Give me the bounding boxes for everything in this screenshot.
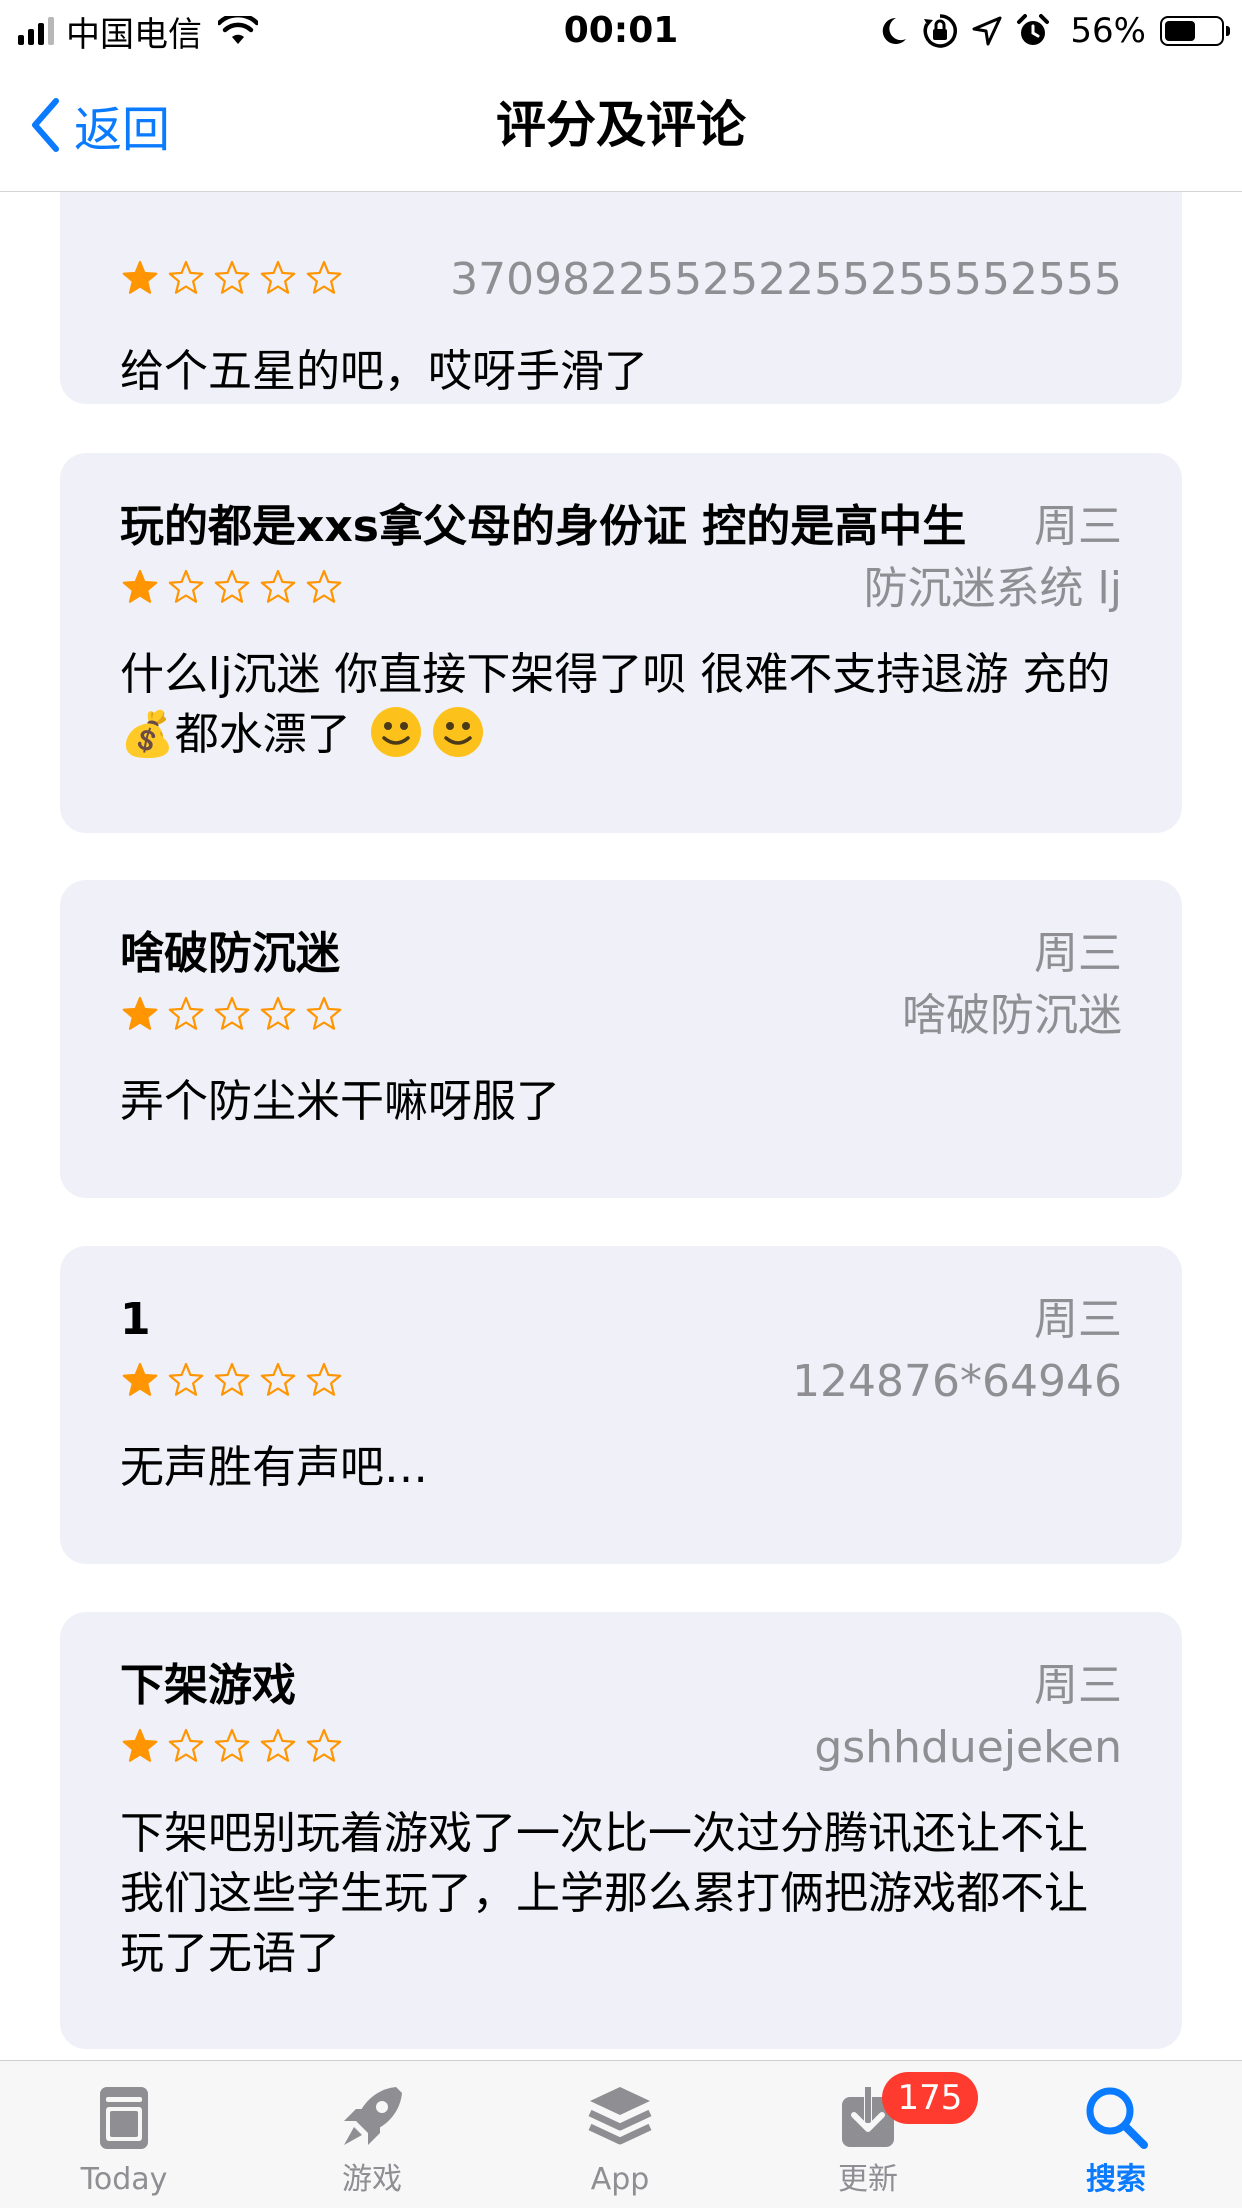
review-card[interactable]: 玩的都是xxs拿父母的身份证 控的是高中生 周三 防沉迷系统 lj 什么lj沉迷… (60, 453, 1182, 833)
star-empty-icon (214, 569, 250, 603)
star-empty-icon (168, 1728, 204, 1762)
star-empty-icon (306, 1362, 342, 1396)
star-empty-icon (306, 1728, 342, 1762)
star-rating (120, 258, 344, 298)
star-rating (120, 567, 344, 607)
moon-icon (883, 17, 907, 44)
star-empty-icon (214, 260, 250, 294)
alarm-icon (1017, 14, 1050, 45)
tab-games[interactable]: 游戏 (272, 2061, 472, 2209)
review-title: 玩的都是xxs拿父母的身份证 控的是高中生 (120, 501, 967, 552)
updates-badge: 175 (882, 2072, 978, 2124)
review-title: 1 (120, 1294, 151, 1345)
star-filled-icon (122, 260, 158, 294)
star-empty-icon (168, 260, 204, 294)
review-author: 防沉迷系统 lj (863, 563, 1122, 614)
money-bag-emoji: 💰 (120, 709, 175, 760)
review-card[interactable]: 啥破防沉迷 周三 啥破防沉迷 弄个防尘米干嘛呀服了 (60, 880, 1182, 1198)
tab-today[interactable]: Today (24, 2061, 224, 2209)
status-bar: 中国电信 00:01 56% (0, 0, 1242, 62)
star-empty-icon (306, 260, 342, 294)
review-card[interactable]: 下架游戏 周三 gshhduejeken 下架吧别玩着游戏了一次比一次过分腾讯还… (60, 1612, 1182, 2049)
status-right: 56% (878, 8, 1230, 54)
tab-label: 搜索 (1086, 2162, 1146, 2197)
star-rating (120, 994, 344, 1034)
star-filled-icon (122, 1362, 158, 1396)
star-empty-icon (306, 996, 342, 1030)
star-empty-icon (214, 1728, 250, 1762)
star-filled-icon (122, 996, 158, 1030)
star-empty-icon (260, 569, 296, 603)
battery-percent: 56% (1070, 11, 1146, 51)
today-icon (100, 2087, 148, 2149)
star-rating (120, 1360, 344, 1400)
location-icon (972, 16, 1002, 46)
slightly-smiling-face-icon (370, 707, 421, 757)
app-stack-icon (588, 2087, 652, 2145)
review-title: 啥破防沉迷 (120, 928, 340, 979)
tab-label: Today (80, 2162, 168, 2197)
review-body: 给个五星的吧，哎呀手滑了 (120, 346, 648, 397)
rocket-icon (344, 2087, 402, 2145)
review-body: 下架吧别玩着游戏了一次比一次过分腾讯还让不让我们这些学生玩了，上学那么累打俩把游… (120, 1808, 1088, 1979)
star-empty-icon (260, 996, 296, 1030)
tab-app[interactable]: App (520, 2061, 720, 2209)
review-body-text: 都水漂了 (174, 709, 351, 760)
review-date: 周三 (1034, 928, 1122, 979)
reviews-list[interactable]: 370982255252255255552555 给个五星的吧，哎呀手滑了 玩的… (0, 192, 1242, 2060)
tab-label: 游戏 (342, 2162, 402, 2197)
star-filled-icon (122, 569, 158, 603)
orientation-lock-icon (923, 14, 958, 48)
review-body-text: 什么lj沉迷 你直接下架得了呗 很难不支持退游 充的 (120, 649, 1111, 700)
slightly-smiling-face-icon (432, 707, 483, 757)
review-author: 370982255252255255552555 (450, 254, 1122, 305)
review-body: 什么lj沉迷 你直接下架得了呗 很难不支持退游 充的 💰都水漂了 (120, 645, 1130, 765)
review-date: 周三 (1034, 1294, 1122, 1345)
tab-bar: Today 游戏 App 更新 搜索 (0, 2060, 1242, 2208)
review-author: 啥破防沉迷 (902, 990, 1122, 1041)
review-card[interactable]: 370982255252255255552555 给个五星的吧，哎呀手滑了 (60, 192, 1182, 404)
star-empty-icon (168, 569, 204, 603)
star-empty-icon (260, 1362, 296, 1396)
search-icon (1086, 2087, 1148, 2149)
tab-label: 更新 (838, 2162, 898, 2197)
review-card[interactable]: 1 周三 124876*64946 无声胜有声吧… (60, 1246, 1182, 1564)
tab-label: App (590, 2162, 650, 2197)
star-empty-icon (214, 996, 250, 1030)
review-date: 周三 (1034, 1660, 1122, 1711)
tab-search[interactable]: 搜索 (1016, 2061, 1216, 2209)
review-title: 下架游戏 (120, 1660, 296, 1711)
star-empty-icon (168, 1362, 204, 1396)
navigation-bar: 返回 评分及评论 (0, 62, 1242, 192)
star-rating (120, 1726, 344, 1766)
star-empty-icon (260, 1728, 296, 1762)
review-body: 弄个防尘米干嘛呀服了 (120, 1076, 560, 1127)
review-date: 周三 (1034, 501, 1122, 552)
review-author: 124876*64946 (792, 1356, 1122, 1407)
star-empty-icon (260, 260, 296, 294)
review-body: 无声胜有声吧… (120, 1442, 428, 1493)
review-author: gshhduejeken (814, 1722, 1122, 1773)
star-empty-icon (214, 1362, 250, 1396)
battery-icon (1160, 16, 1230, 46)
star-empty-icon (168, 996, 204, 1030)
star-empty-icon (306, 569, 342, 603)
star-filled-icon (122, 1728, 158, 1762)
page-title: 评分及评论 (496, 96, 746, 154)
